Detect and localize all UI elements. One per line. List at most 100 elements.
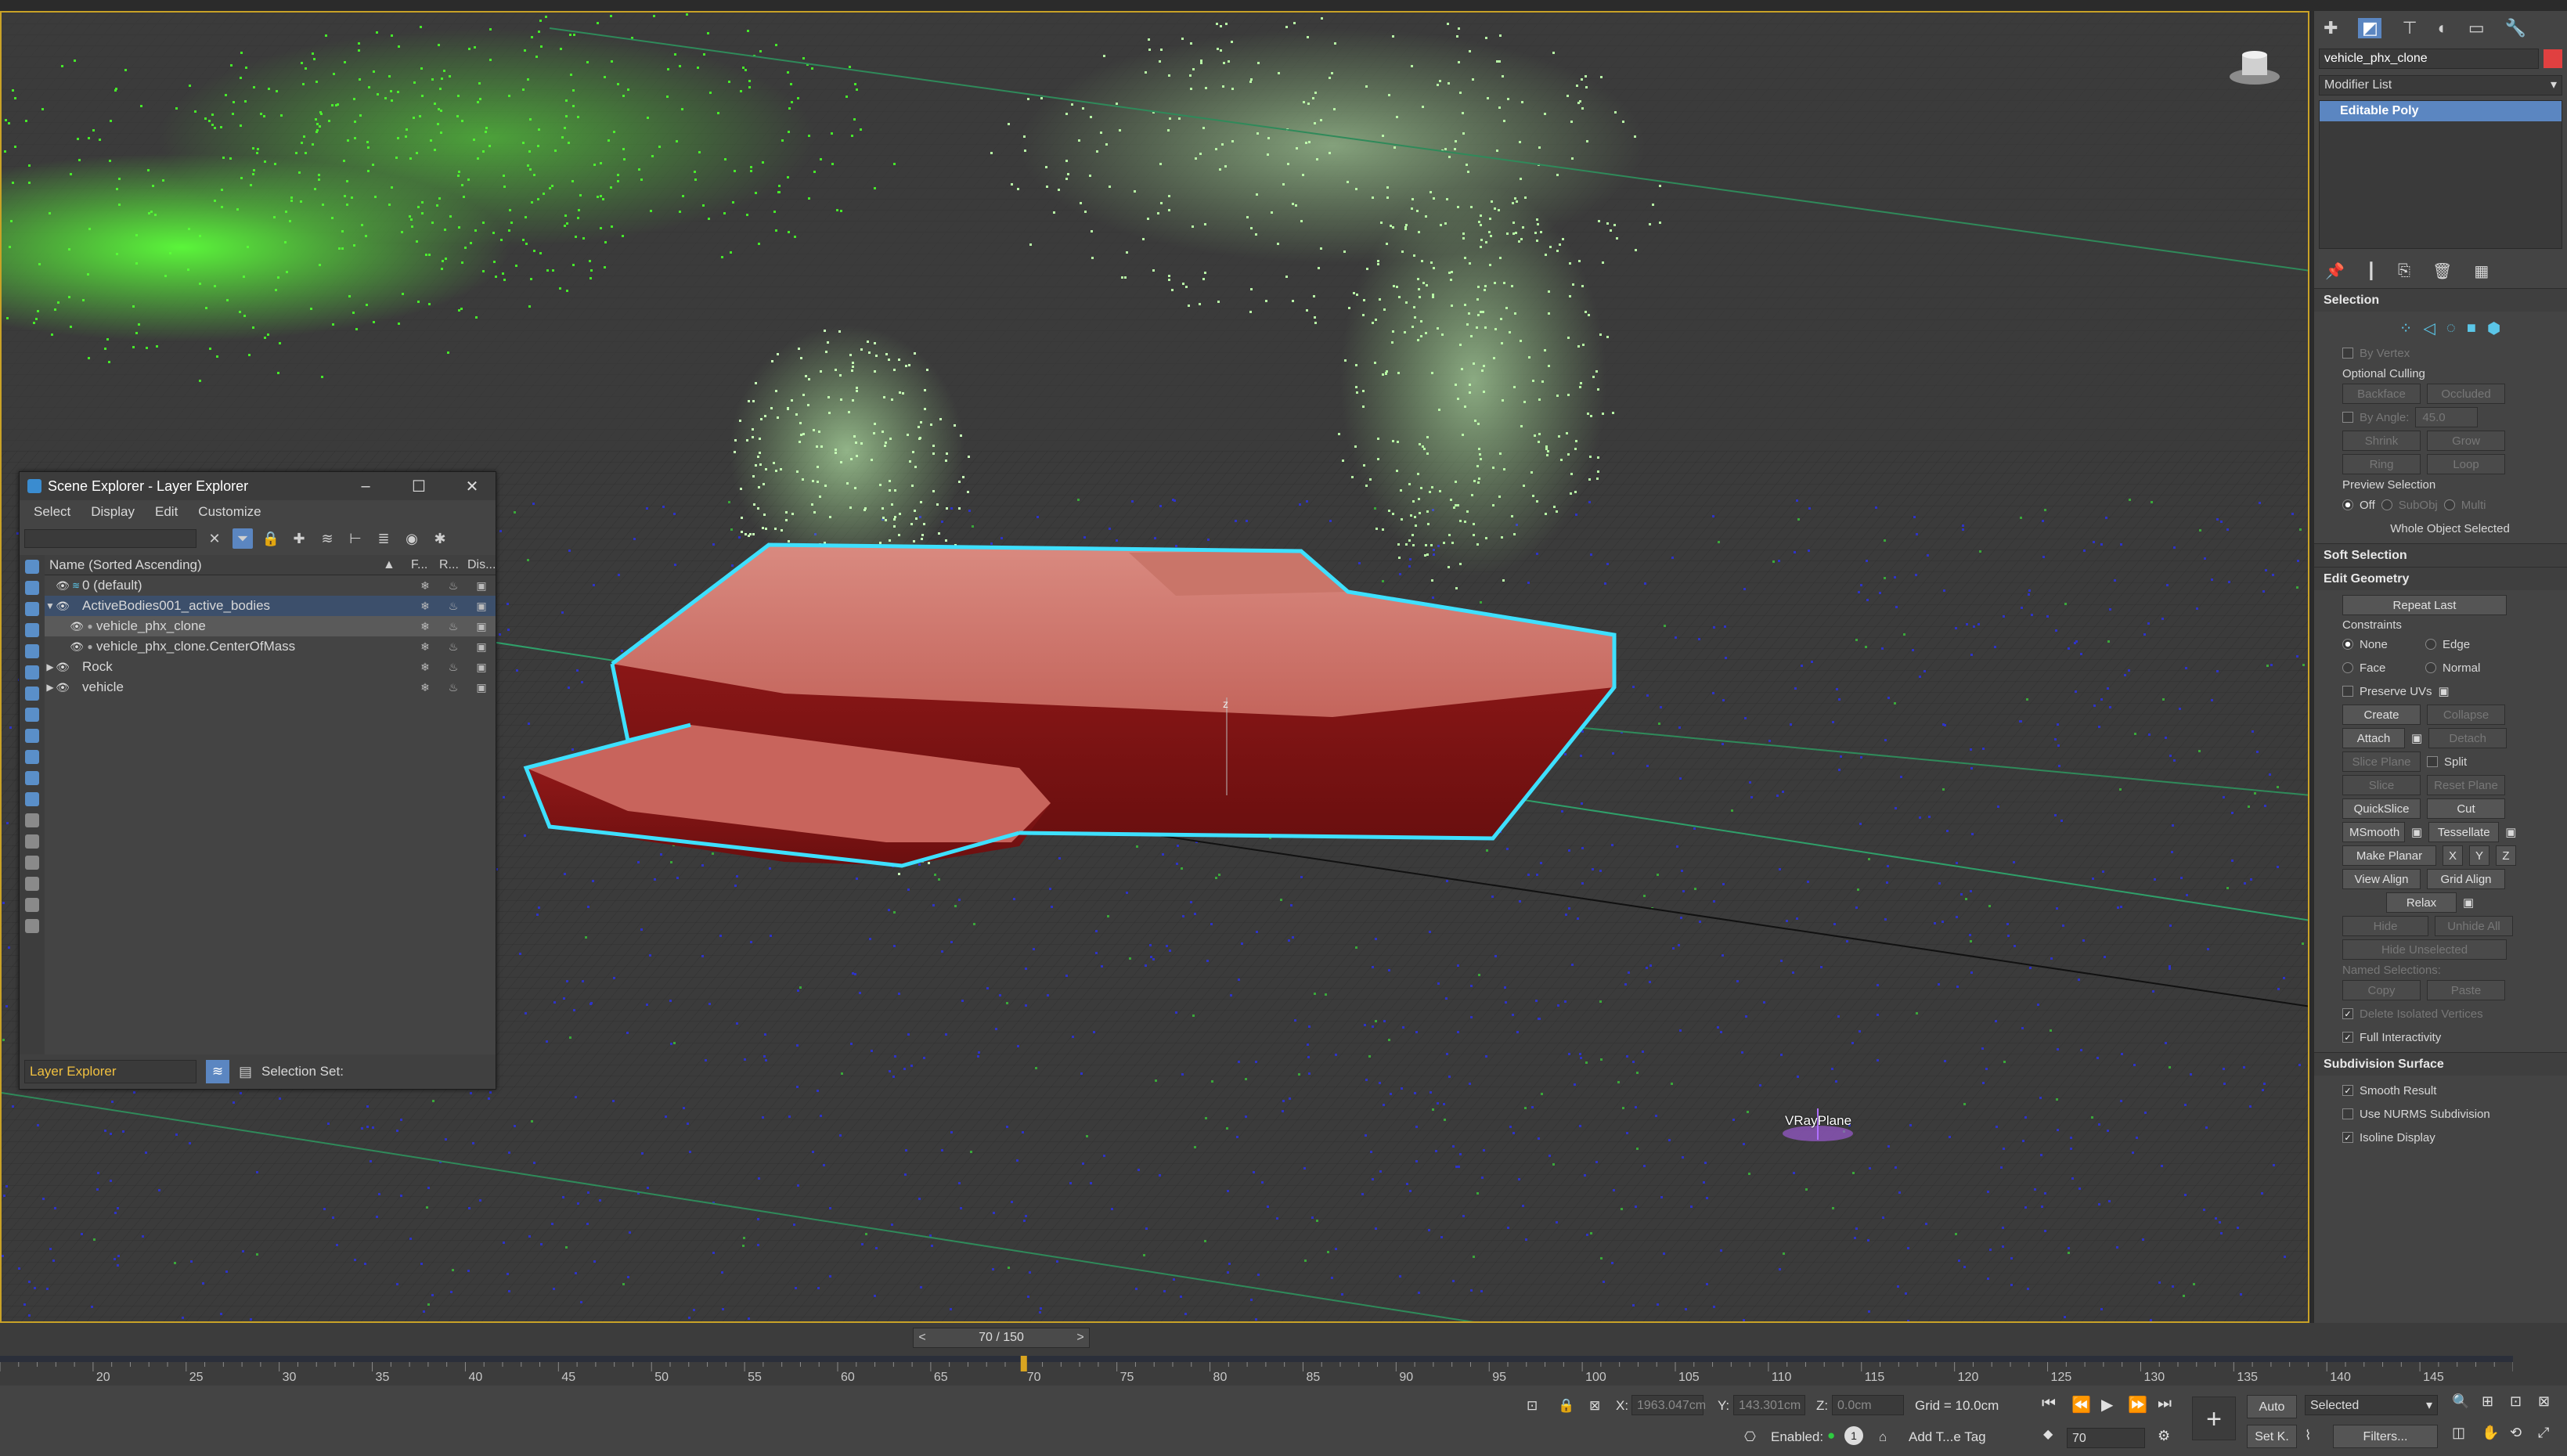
key-filter-dropdown[interactable]: Selected ▾ — [2305, 1395, 2438, 1415]
scene-explorer-window[interactable]: Scene Explorer - Layer Explorer – ☐ ✕ Se… — [19, 471, 496, 1090]
use-nurms-checkbox[interactable] — [2342, 1108, 2353, 1119]
freeze-icon[interactable]: ❄ — [411, 661, 439, 674]
x-coord-field[interactable]: 1963.047cm — [1631, 1395, 1706, 1415]
attach-list-icon[interactable]: ▣ — [2411, 731, 2422, 745]
display-xrefs-icon[interactable] — [25, 708, 39, 722]
render-teapot-icon[interactable]: ♨ — [439, 681, 467, 694]
freeze-icon[interactable]: ❄ — [411, 600, 439, 613]
search-input[interactable] — [24, 529, 196, 548]
prev-key-icon[interactable]: ⏪ — [2071, 1395, 2091, 1415]
eye-icon[interactable]: 👁 — [56, 661, 70, 674]
edge-icon[interactable]: ◁ — [2423, 319, 2435, 338]
menu-edit[interactable]: Edit — [155, 504, 178, 520]
minimize-button[interactable]: – — [342, 478, 389, 496]
stack-icon[interactable]: ≣ — [373, 528, 394, 549]
remove-modifier-icon[interactable]: 🗑 — [2432, 261, 2452, 281]
make-planar-button[interactable]: Make Planar — [2342, 845, 2436, 866]
column-render-header[interactable]: R... — [439, 558, 467, 572]
zoom-icon[interactable]: 🔍 — [2452, 1393, 2469, 1410]
freeze-icon[interactable]: ❄ — [411, 579, 439, 593]
collapse-arrow-icon[interactable]: ▼ — [45, 600, 56, 611]
render-teapot-icon[interactable]: ♨ — [439, 620, 467, 633]
create-button[interactable]: Create — [2342, 705, 2421, 725]
filter-children-icon[interactable] — [25, 898, 39, 912]
render-teapot-icon[interactable]: ♨ — [439, 600, 467, 613]
slice-plane-button[interactable]: Slice Plane — [2342, 751, 2421, 772]
display-hidden-icon[interactable] — [25, 792, 39, 806]
display-spacewarps-icon[interactable] — [25, 665, 39, 679]
full-interactivity-checkbox[interactable]: ✓ — [2342, 1032, 2353, 1043]
time-slider[interactable]: < 70 / 150 > — [913, 1328, 1090, 1348]
attach-button[interactable]: Attach — [2342, 728, 2405, 748]
display-box-icon[interactable]: ▣ — [467, 681, 496, 694]
playhead-marker[interactable] — [1020, 1356, 1027, 1371]
constraint-none-radio[interactable] — [2342, 639, 2353, 650]
utilities-tab-icon[interactable]: 🔧 — [2505, 18, 2526, 38]
freeze-icon[interactable]: ❄ — [411, 620, 439, 633]
configure-sets-icon[interactable]: ▦ — [2474, 261, 2489, 281]
key-mode-icon[interactable]: ◆ — [2043, 1426, 2053, 1442]
backface-button[interactable]: Backface — [2342, 384, 2421, 404]
maximize-button[interactable]: ☐ — [395, 477, 442, 496]
maximize-viewport-icon[interactable]: ⤢ — [2538, 1425, 2549, 1441]
go-to-end-icon[interactable]: ⏭ — [2158, 1395, 2172, 1413]
constraint-face-radio[interactable] — [2342, 662, 2353, 673]
time-config-icon[interactable]: ⚙ — [2158, 1428, 2170, 1444]
tessellate-settings-icon[interactable]: ▣ — [2505, 825, 2516, 839]
rollout-soft-selection[interactable]: Soft Selection — [2314, 543, 2567, 567]
settings-icon[interactable]: ▣ — [2439, 684, 2450, 698]
create-layer-icon[interactable]: ✚ — [289, 528, 309, 549]
clear-search-icon[interactable]: ✕ — [204, 528, 225, 549]
prev-frame-arrow-icon[interactable]: < — [914, 1331, 931, 1345]
quickslice-button[interactable]: QuickSlice — [2342, 798, 2421, 819]
filter-icon[interactable]: ⏷ — [233, 528, 253, 549]
planar-z-button[interactable]: Z — [2496, 845, 2516, 866]
play-icon[interactable]: ▶ — [2101, 1395, 2113, 1415]
preserve-uvs-checkbox[interactable] — [2342, 686, 2353, 697]
filter-funnel-icon[interactable] — [25, 877, 39, 891]
grow-button[interactable]: Grow — [2427, 431, 2505, 451]
planar-x-button[interactable]: X — [2443, 845, 2463, 866]
render-teapot-icon[interactable]: ♨ — [439, 640, 467, 654]
display-box-icon[interactable]: ▣ — [467, 579, 496, 593]
add-time-tag-label[interactable]: Add T...e Tag — [1909, 1429, 1986, 1445]
rollout-subdivision-surface[interactable]: Subdivision Surface — [2314, 1052, 2567, 1076]
filters-button[interactable]: Filters... — [2333, 1425, 2438, 1448]
by-vertex-checkbox[interactable] — [2342, 348, 2353, 359]
go-to-start-icon[interactable]: ⏮ — [2042, 1395, 2056, 1413]
ring-button[interactable]: Ring — [2342, 454, 2421, 474]
unhide-all-button[interactable]: Unhide All — [2435, 916, 2513, 936]
object-color-swatch[interactable] — [2544, 49, 2562, 68]
shrink-button[interactable]: Shrink — [2342, 431, 2421, 451]
settings-icon[interactable]: ✱ — [430, 528, 450, 549]
slice-button[interactable]: Slice — [2342, 775, 2421, 795]
relax-button[interactable]: Relax — [2386, 892, 2457, 913]
tessellate-button[interactable]: Tessellate — [2428, 822, 2500, 842]
display-none-icon[interactable] — [25, 834, 39, 849]
constraint-edge-radio[interactable] — [2425, 639, 2436, 650]
eye-icon[interactable]: 👁 — [70, 620, 84, 633]
eye-icon[interactable]: 👁 — [56, 681, 70, 694]
isoline-display-checkbox[interactable]: ✓ — [2342, 1132, 2353, 1143]
orbit-icon[interactable]: ⟲ — [2510, 1425, 2522, 1441]
detach-button[interactable]: Detach — [2428, 728, 2508, 748]
selection-set-icon[interactable]: ▤ — [239, 1064, 252, 1080]
object-name-field[interactable]: vehicle_phx_clone — [2319, 49, 2539, 69]
folder-icon[interactable] — [25, 919, 39, 933]
freeze-icon[interactable]: ❄ — [411, 681, 439, 694]
display-tab-icon[interactable]: ▭ — [2468, 18, 2485, 38]
eye-icon[interactable]: 👁 — [56, 579, 70, 593]
display-box-icon[interactable]: ▣ — [467, 600, 496, 613]
paste-button[interactable]: Paste — [2427, 980, 2505, 1000]
set-key-mode-button[interactable]: Set K. — [2247, 1425, 2297, 1448]
view-align-button[interactable]: View Align — [2342, 869, 2421, 889]
display-containers-icon[interactable] — [25, 750, 39, 764]
border-icon[interactable]: ◌ — [2446, 319, 2456, 337]
modify-tab-icon[interactable]: ◩ — [2358, 18, 2382, 38]
close-button[interactable]: ✕ — [449, 477, 496, 496]
display-geometry-icon[interactable] — [25, 560, 39, 574]
rollout-edit-geometry[interactable]: Edit Geometry — [2314, 567, 2567, 590]
column-display-header[interactable]: Dis... — [467, 558, 496, 572]
vertex-icon[interactable]: ⁘ — [2399, 319, 2413, 338]
smooth-result-checkbox[interactable]: ✓ — [2342, 1085, 2353, 1096]
